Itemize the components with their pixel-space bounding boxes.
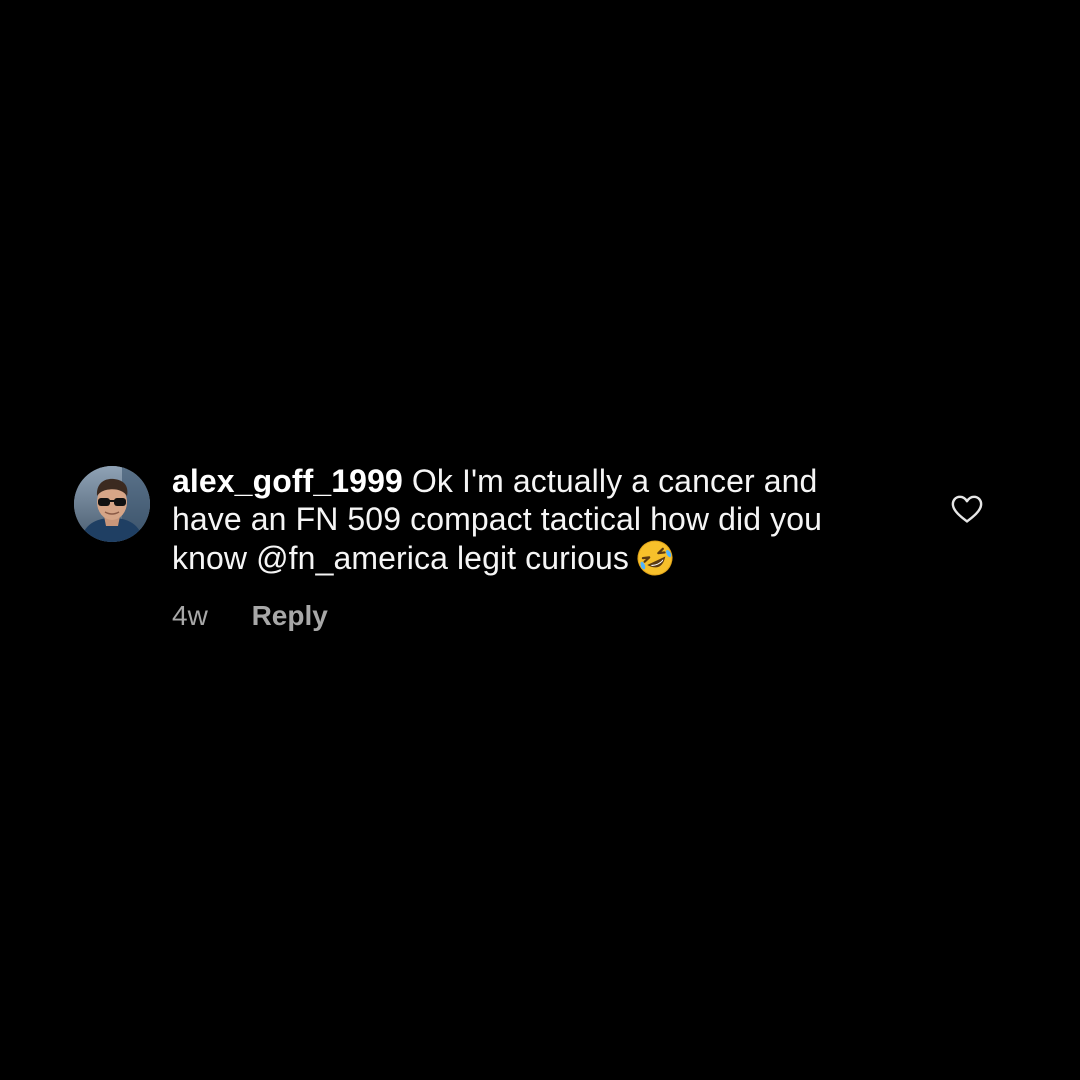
comment-body: alex_goff_1999 Ok I'm actually a cancer … xyxy=(172,462,892,634)
rolling-on-the-floor-laughing-emoji xyxy=(635,538,675,578)
screen: alex_goff_1999 Ok I'm actually a cancer … xyxy=(0,0,1080,1080)
avatar[interactable] xyxy=(74,466,150,542)
reply-button[interactable]: Reply xyxy=(252,598,328,634)
heart-outline-icon[interactable] xyxy=(950,494,984,524)
comment-meta: 4w Reply xyxy=(172,598,892,634)
comment-username[interactable]: alex_goff_1999 xyxy=(172,463,403,499)
comment-text: alex_goff_1999 Ok I'm actually a cancer … xyxy=(172,462,892,578)
comment-timestamp: 4w xyxy=(172,600,208,631)
avatar-photo xyxy=(74,466,150,542)
